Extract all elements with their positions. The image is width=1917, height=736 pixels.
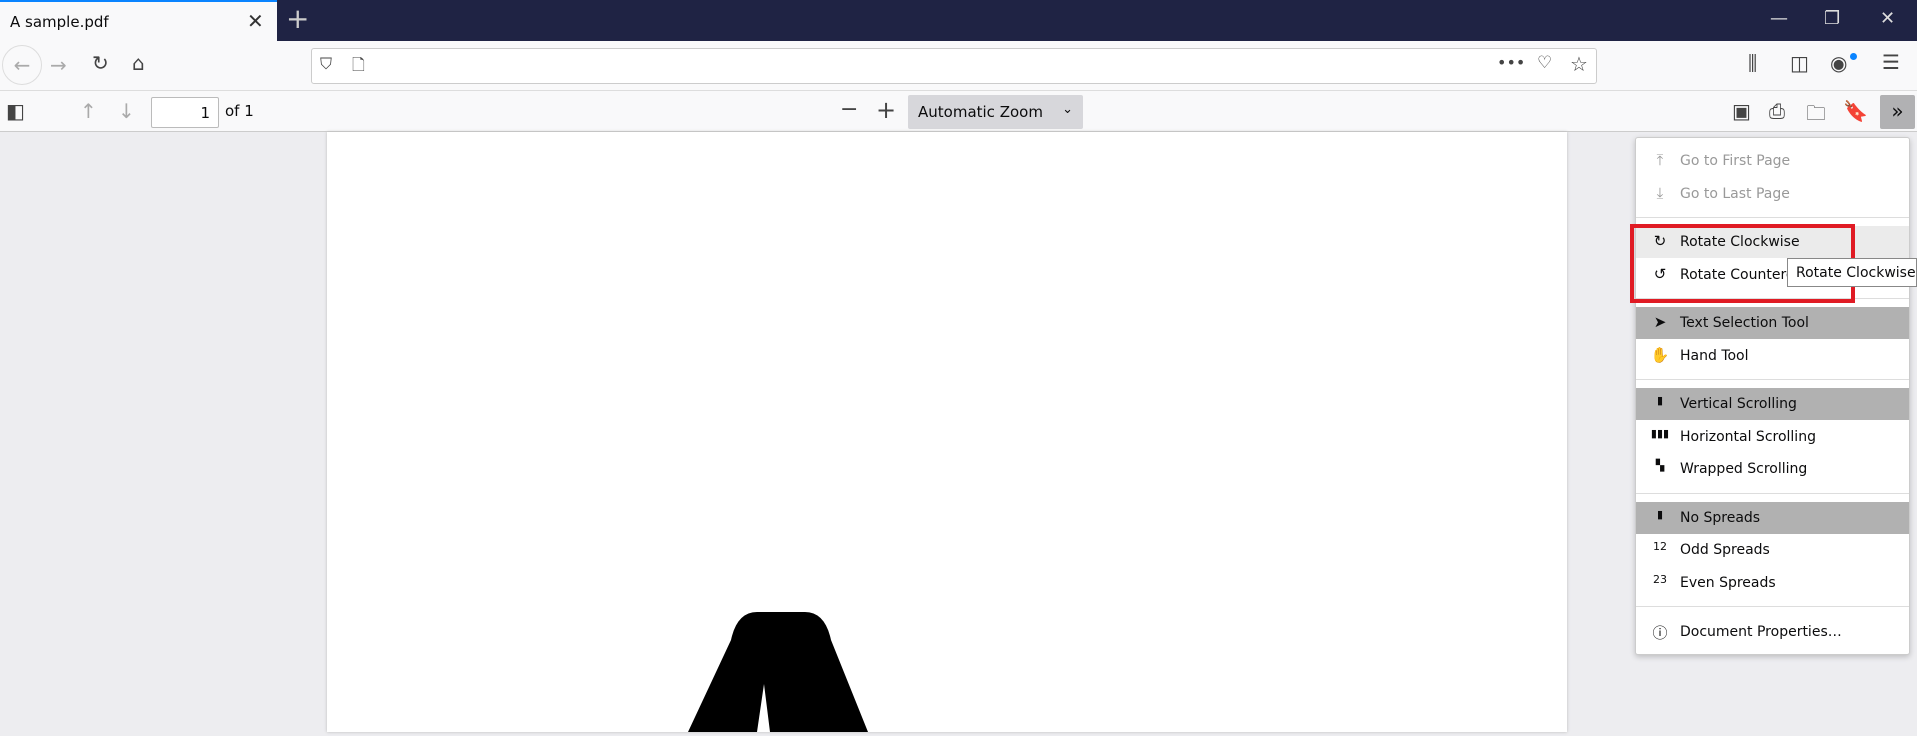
nav-bar: ← → ↻ ⌂ ⛉ 🗋 ••• ♡ ☆ ⫼ ◫ ◉ ☰	[0, 41, 1917, 91]
sidebar-icon[interactable]: ◫	[1790, 51, 1809, 75]
home-icon[interactable]: ⌂	[132, 51, 145, 75]
close-window-icon[interactable]: ✕	[1880, 8, 1895, 29]
no-spreads-icon: ▮	[1656, 508, 1664, 521]
menu-separator	[1636, 379, 1909, 380]
page-count: of 1	[225, 102, 254, 120]
zoom-out-icon[interactable]: −	[840, 97, 858, 122]
bookmark-star-icon[interactable]: ☆	[1570, 52, 1588, 76]
cursor-icon: ➤	[1653, 313, 1667, 331]
zoom-in-icon[interactable]: +	[876, 96, 896, 124]
menu-item-document-properties[interactable]: ⓘ Document Properties…	[1636, 616, 1909, 648]
first-page-icon: ⤒	[1656, 151, 1664, 169]
menu-item-label: Go to First Page	[1680, 153, 1791, 169]
back-icon[interactable]: ←	[2, 45, 42, 85]
vertical-scroll-icon: ▮	[1656, 394, 1664, 407]
tab-active[interactable]: A sample.pdf ✕	[0, 0, 277, 41]
menu-item-label: Document Properties…	[1680, 624, 1842, 640]
page-icon: 🗋	[352, 55, 365, 74]
library-icon[interactable]: ⫼	[1748, 51, 1757, 75]
menu-item-label: Wrapped Scrolling	[1680, 461, 1808, 477]
page-number-input[interactable]: 1	[151, 97, 219, 128]
bookmark-icon[interactable]: 🔖	[1843, 99, 1868, 123]
menu-item-go-to-first-page[interactable]: ⤒ Go to First Page	[1636, 145, 1909, 177]
zoom-value: Automatic Zoom	[918, 103, 1043, 121]
menu-item-go-to-last-page[interactable]: ⤓ Go to Last Page	[1636, 178, 1909, 210]
horizontal-scroll-icon: ▮▮▮	[1650, 427, 1670, 440]
secondary-toolbar-menu: ⤒ Go to First Page ⤓ Go to Last Page ↻ Rotate…	[1635, 137, 1910, 655]
menu-separator	[1636, 606, 1909, 607]
menu-item-label: Vertical Scrolling	[1680, 396, 1797, 412]
menu-item-wrapped-scrolling[interactable]: ▚ Wrapped Scrolling	[1636, 453, 1909, 485]
menu-item-label: Go to Last Page	[1680, 186, 1790, 202]
account-icon[interactable]: ◉	[1830, 51, 1847, 75]
menu-separator	[1636, 217, 1909, 218]
tab-title: A sample.pdf	[10, 13, 109, 31]
menu-item-label: Even Spreads	[1680, 575, 1776, 591]
menu-item-label: Hand Tool	[1680, 348, 1749, 364]
menu-item-text-selection-tool[interactable]: ➤ Text Selection Tool	[1636, 307, 1909, 339]
wrapped-scroll-icon: ▚	[1655, 459, 1665, 472]
chevron-down-icon: ⌄	[1062, 102, 1073, 117]
menu-item-no-spreads[interactable]: ▮ No Spreads	[1636, 502, 1909, 534]
menu-item-label: Horizontal Scrolling	[1680, 429, 1816, 445]
tools-menu-button[interactable]: »	[1880, 95, 1915, 129]
print-icon[interactable]: ⎙	[1769, 99, 1785, 123]
menu-icon[interactable]: ☰	[1882, 50, 1900, 74]
last-page-icon: ⤓	[1656, 184, 1664, 202]
menu-item-label: No Spreads	[1680, 510, 1761, 526]
menu-item-label: Text Selection Tool	[1680, 315, 1809, 331]
pdf-toolbar: ◧ ↑ ↓ 1 of 1 − + Automatic Zoom ⌄ ▣ ⎙ 🗀 🔖…	[0, 91, 1917, 132]
hand-icon: ✋	[1650, 346, 1670, 364]
minimize-icon[interactable]: —	[1770, 8, 1788, 29]
even-spreads-icon: 23	[1653, 573, 1667, 586]
pocket-icon[interactable]: ♡	[1537, 53, 1552, 73]
zoom-select[interactable]: Automatic Zoom ⌄	[908, 95, 1083, 129]
sidebar-toggle-icon[interactable]: ◧	[6, 99, 25, 123]
double-chevron-icon: »	[1891, 99, 1904, 123]
menu-item-odd-spreads[interactable]: 12 Odd Spreads	[1636, 534, 1909, 566]
odd-spreads-icon: 12	[1653, 540, 1667, 553]
letter-a-graphic	[688, 612, 868, 732]
save-icon[interactable]: 🗀	[1806, 99, 1826, 133]
notification-dot	[1850, 53, 1857, 60]
menu-item-vertical-scrolling[interactable]: ▮ Vertical Scrolling	[1636, 388, 1909, 420]
close-tab-icon[interactable]: ✕	[247, 9, 264, 33]
tooltip: Rotate Clockwise	[1787, 258, 1917, 287]
more-actions-icon[interactable]: •••	[1497, 53, 1525, 72]
url-bar[interactable]: ⛉ 🗋 ••• ♡ ☆	[311, 48, 1597, 84]
restore-icon[interactable]: ❐	[1824, 8, 1840, 29]
reload-icon[interactable]: ↻	[92, 51, 109, 75]
menu-item-label: Odd Spreads	[1680, 542, 1770, 558]
presentation-icon[interactable]: ▣	[1732, 99, 1751, 123]
forward-icon[interactable]: →	[50, 53, 67, 77]
pdf-page	[327, 132, 1567, 732]
tab-bar: A sample.pdf ✕ + — ❐ ✕	[0, 0, 1917, 41]
shield-icon[interactable]: ⛉	[320, 54, 332, 74]
new-tab-icon[interactable]: +	[286, 2, 309, 35]
next-page-icon[interactable]: ↓	[118, 99, 135, 123]
menu-separator	[1636, 493, 1909, 494]
previous-page-icon[interactable]: ↑	[80, 99, 97, 123]
info-icon: ⓘ	[1652, 624, 1668, 642]
menu-item-hand-tool[interactable]: ✋ Hand Tool	[1636, 340, 1909, 372]
menu-item-even-spreads[interactable]: 23 Even Spreads	[1636, 567, 1909, 599]
menu-item-horizontal-scrolling[interactable]: ▮▮▮ Horizontal Scrolling	[1636, 421, 1909, 453]
